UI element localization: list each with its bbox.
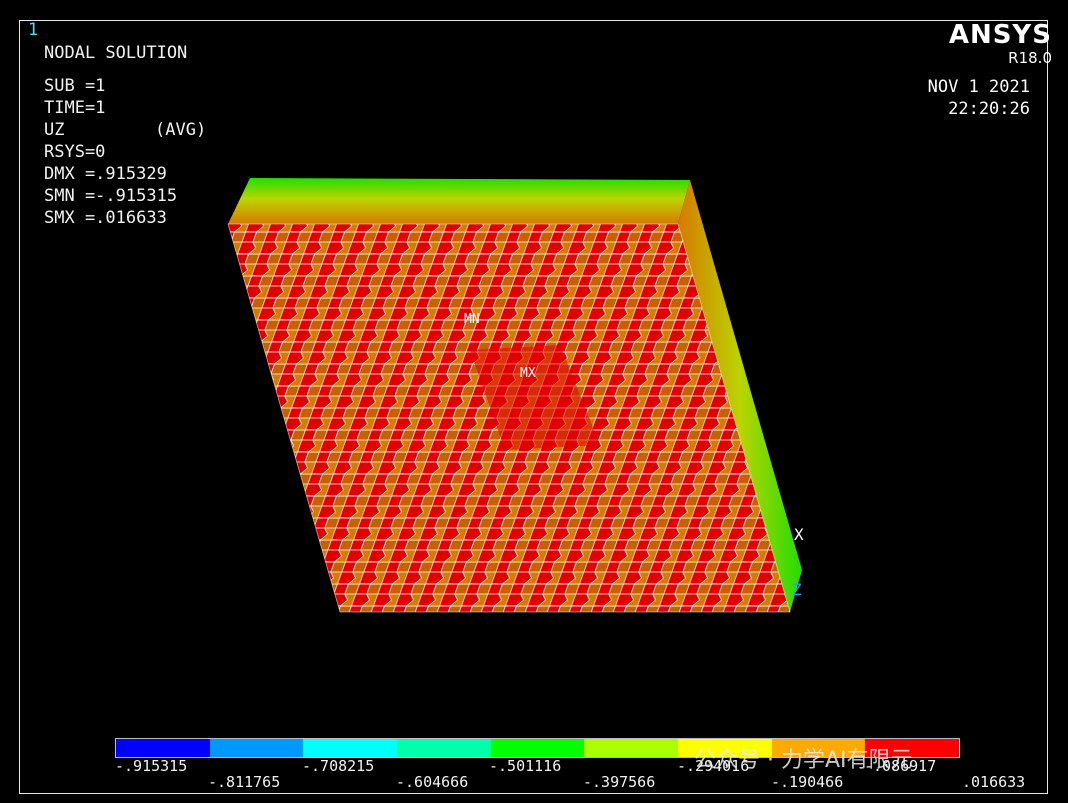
legend-swatch [584, 739, 679, 757]
min-marker: MN [464, 312, 480, 327]
legend-label-top: -.501116 [489, 757, 562, 775]
legend-swatch [397, 739, 491, 757]
triad-z-label: Z [792, 580, 802, 599]
max-marker: MX [520, 366, 536, 381]
legend-label-top: -.915315 [115, 757, 188, 775]
legend-swatch [490, 739, 585, 757]
graphics-viewport[interactable]: 1 NODAL SOLUTION SUB =1 TIME=1 UZ (AVG) … [0, 0, 1068, 803]
fe-model[interactable] [0, 0, 1068, 803]
legend-label-bottom: .016633 [962, 773, 1026, 791]
triad-x-label: X [794, 525, 804, 544]
legend-label-bottom: -.190466 [771, 773, 844, 791]
legend-label-bottom: -.811765 [208, 773, 281, 791]
legend-label-bottom: -.604666 [396, 773, 469, 791]
legend-swatch [116, 739, 210, 757]
legend-swatch [303, 739, 398, 757]
watermark: 公众号 · 力学AI有限元 [694, 748, 913, 773]
legend-swatch [209, 739, 304, 757]
legend-label-bottom: -.397566 [583, 773, 656, 791]
plate-top-edge [228, 178, 690, 224]
legend-label-top: -.708215 [302, 757, 375, 775]
